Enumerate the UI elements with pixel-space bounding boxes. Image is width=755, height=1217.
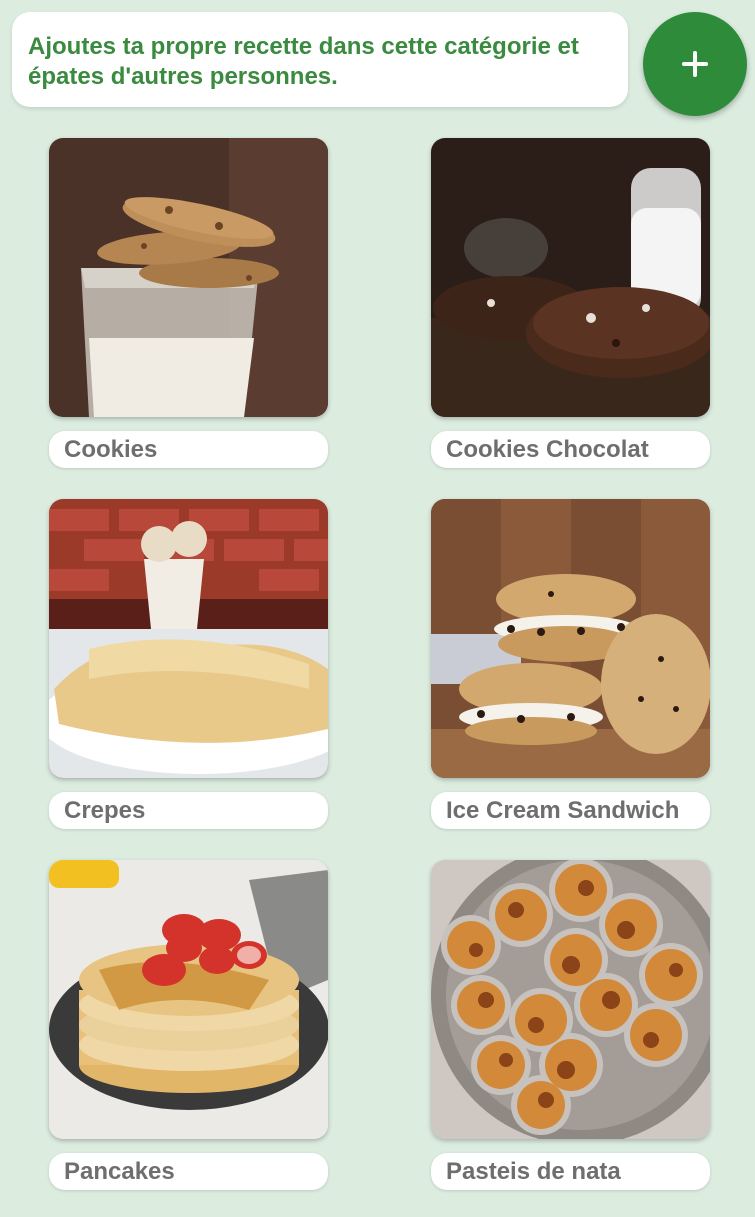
recipe-card-pasteis-de-nata[interactable]: Pasteis de nata [431,860,710,1217]
recipe-card-crepes[interactable]: Crepes [49,499,328,860]
add-recipe-banner: Ajoutes ta propre recette dans cette cat… [12,12,628,107]
add-recipe-button[interactable] [643,12,747,116]
recipe-image-cookies-chocolat[interactable] [431,138,710,417]
plus-icon [682,51,708,77]
recipe-grid: Cookies Cookies Chocolat Crepes Ice Crea… [49,138,710,1217]
recipe-category-screen: Ajoutes ta propre recette dans cette cat… [0,0,755,1217]
recipe-title: Cookies [49,431,328,468]
recipe-image-ice-cream-sandwich[interactable] [431,499,710,778]
recipe-image-pancakes[interactable] [49,860,328,1139]
recipe-title: Ice Cream Sandwich [431,792,710,829]
recipe-title: Pancakes [49,1153,328,1190]
recipe-card-ice-cream-sandwich[interactable]: Ice Cream Sandwich [431,499,710,860]
banner-text: Ajoutes ta propre recette dans cette cat… [28,33,579,90]
recipe-title: Crepes [49,792,328,829]
recipe-card-cookies[interactable]: Cookies [49,138,328,499]
recipe-card-pancakes[interactable]: Pancakes [49,860,328,1217]
recipe-title: Pasteis de nata [431,1153,710,1190]
recipe-image-cookies[interactable] [49,138,328,417]
recipe-card-cookies-chocolat[interactable]: Cookies Chocolat [431,138,710,499]
recipe-title: Cookies Chocolat [431,431,710,468]
recipe-image-crepes[interactable] [49,499,328,778]
recipe-image-pasteis-de-nata[interactable] [431,860,710,1139]
